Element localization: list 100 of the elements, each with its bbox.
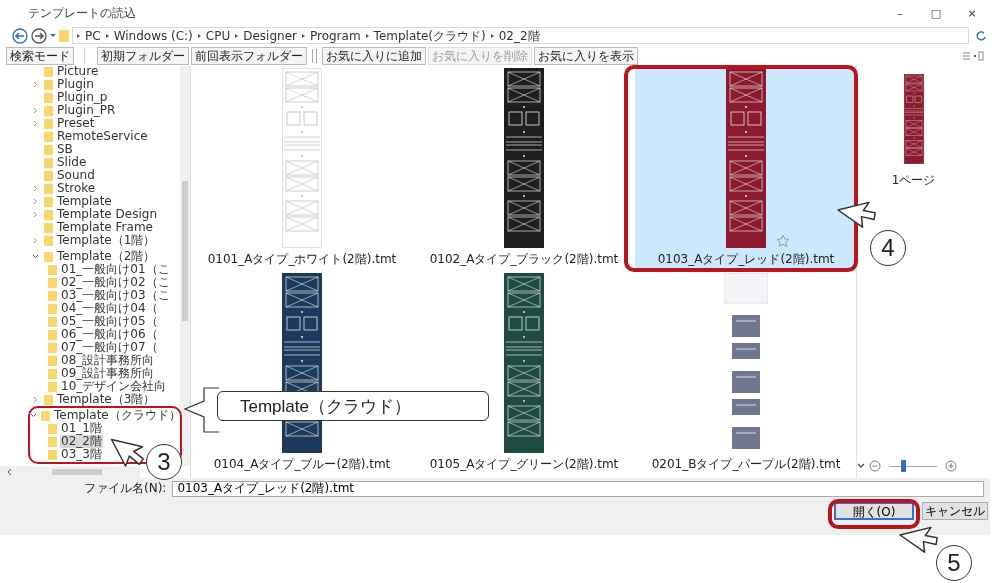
folder-item[interactable]: Plugin: [56, 78, 95, 91]
folder-icon: [48, 264, 57, 275]
folder-item[interactable]: Plugin_p: [56, 91, 109, 104]
folder-icon: [48, 303, 57, 314]
zoom-out-icon[interactable]: [869, 460, 881, 472]
file-name-label: ファイル名(N):: [84, 480, 167, 497]
toolbar-button[interactable]: 前回表示フォルダー: [191, 46, 307, 65]
folder-item[interactable]: SB: [56, 143, 74, 156]
folder-item[interactable]: 01_一般向け01（こ: [60, 263, 171, 276]
folder-item[interactable]: Template Design: [56, 208, 158, 221]
breadcrumb-item[interactable]: Designer: [243, 28, 297, 43]
folder-icon: [44, 235, 53, 246]
folder-item[interactable]: 06_一般向け06（: [60, 328, 159, 341]
chevron-icon: [365, 33, 369, 38]
folder-item[interactable]: 03_3階: [60, 448, 103, 461]
folder-icon: [48, 368, 57, 379]
folder-item[interactable]: Template（2階）: [56, 250, 157, 263]
folder-item[interactable]: Picture: [56, 65, 100, 78]
callout-pointer: [184, 387, 220, 433]
folder-item[interactable]: 01_1階: [60, 422, 103, 435]
file-name: 0101_Aタイプ_ホワイト(2階).tmt: [207, 252, 397, 266]
folder-item[interactable]: 02_2階: [60, 435, 103, 448]
folder-icon: [44, 144, 53, 155]
breadcrumb-item[interactable]: CPU: [205, 28, 231, 43]
folder-icon: [44, 222, 53, 233]
chevron-icon: [235, 33, 239, 38]
folder-item[interactable]: Slide: [56, 156, 88, 169]
folder-icon: [48, 436, 57, 447]
folder-item[interactable]: 07_一般向け07（: [60, 341, 159, 354]
folder-icon: [48, 290, 57, 301]
folder-icon: [44, 170, 53, 181]
step-number: 5: [936, 545, 972, 581]
chevron-icon[interactable]: [6, 468, 12, 476]
folder-icon: [44, 157, 53, 168]
folder-icon: [44, 105, 53, 116]
dropdown-icon[interactable]: [50, 34, 56, 37]
callout-tooltip: Template（クラウド）: [217, 391, 489, 421]
file-name-field[interactable]: 0103_Aタイプ_レッド(2階).tmt: [172, 480, 984, 497]
file-tile[interactable]: 0103_Aタイプ_レッド(2階).tmt: [635, 66, 857, 271]
breadcrumb-item[interactable]: Template(クラウド): [373, 28, 486, 43]
toolbar-button[interactable]: お気に入りを表示: [534, 46, 638, 65]
breadcrumb-item[interactable]: Windows (C:): [113, 28, 193, 43]
cancel-button[interactable]: キャンセル: [922, 502, 988, 520]
folder-item[interactable]: Sound: [56, 169, 96, 182]
folder-item[interactable]: 09_設計事務所向: [60, 367, 156, 380]
folder-icon: [41, 410, 50, 421]
folder-icon: [44, 209, 53, 220]
chevron-icon[interactable]: [857, 463, 865, 469]
chevron-icon: [105, 33, 109, 38]
expanded-chevron-icon[interactable]: [30, 413, 37, 418]
address-bar[interactable]: PC Windows (C:) CPU Designer Program Template(クラウド) 02_2階: [72, 27, 969, 44]
toolbar-button[interactable]: 検索モード: [6, 46, 74, 65]
folder-item[interactable]: Template（3階）: [56, 393, 157, 406]
folder-item[interactable]: Template（1階）: [56, 234, 157, 247]
folder-icon: [44, 251, 53, 262]
view-options-icon[interactable]: [962, 50, 984, 61]
toolbar-button[interactable]: 初期フォルダー: [97, 46, 189, 65]
chevron-icon: [77, 33, 80, 38]
breadcrumb-item[interactable]: 02_2階: [498, 28, 540, 43]
folder-icon: [44, 66, 53, 77]
breadcrumb-item[interactable]: PC: [85, 28, 101, 43]
folder-icon: [48, 355, 57, 366]
close-button[interactable]: ×: [954, 6, 990, 20]
pointer-arrow-icon: [110, 438, 145, 468]
pointer-arrow-icon: [836, 200, 876, 228]
zoom-in-icon[interactable]: [945, 460, 957, 472]
horizontal-scrollbar[interactable]: [0, 466, 140, 478]
folder-item[interactable]: 02_一般向け02（こ: [60, 276, 171, 289]
expanded-chevron-icon[interactable]: [30, 254, 40, 259]
folder-item[interactable]: 08_設計事務所向: [60, 354, 156, 367]
minimize-button[interactable]: –: [882, 6, 918, 20]
folder-item[interactable]: Plugin_PR: [56, 104, 117, 117]
window-title: テンプレートの読込: [28, 4, 136, 22]
slider-thumb[interactable]: [901, 460, 907, 472]
breadcrumb-item[interactable]: Program: [309, 28, 361, 43]
forward-button[interactable]: [31, 27, 47, 44]
file-name: 0103_Aタイプ_レッド(2階).tmt: [657, 252, 835, 266]
folder-item[interactable]: 03_一般向け03（こ: [60, 289, 171, 302]
folder-item[interactable]: Template（クラウド）: [53, 409, 180, 422]
folder-icon: [48, 277, 57, 288]
maximize-button[interactable]: □: [918, 6, 954, 20]
folder-icon: [48, 342, 57, 353]
folder-item[interactable]: Template Frame: [56, 221, 154, 234]
back-button[interactable]: [12, 27, 28, 44]
folder-icon: [48, 449, 57, 460]
folder-item[interactable]: Stroke: [56, 182, 97, 195]
file-name: 0102_Aタイプ_ブラック(2階).tmt: [429, 252, 619, 266]
folder-item[interactable]: Template: [56, 195, 113, 208]
folder-item[interactable]: 10_デザイン会社向: [60, 380, 168, 393]
folder-icon: [48, 423, 57, 434]
folder-icon: [44, 394, 53, 405]
folder-item[interactable]: 05_一般向け05（: [60, 315, 159, 328]
folder-item[interactable]: RemoteService: [56, 130, 149, 143]
chevron-icon: [197, 33, 201, 38]
folder-icon: [44, 131, 53, 142]
folder-icon: [59, 29, 69, 42]
toolbar-button[interactable]: お気に入りに追加: [322, 46, 426, 65]
folder-item[interactable]: 04_一般向け04（: [60, 302, 159, 315]
folder-item[interactable]: Preset: [56, 117, 96, 130]
scrollbar[interactable]: [180, 66, 190, 466]
